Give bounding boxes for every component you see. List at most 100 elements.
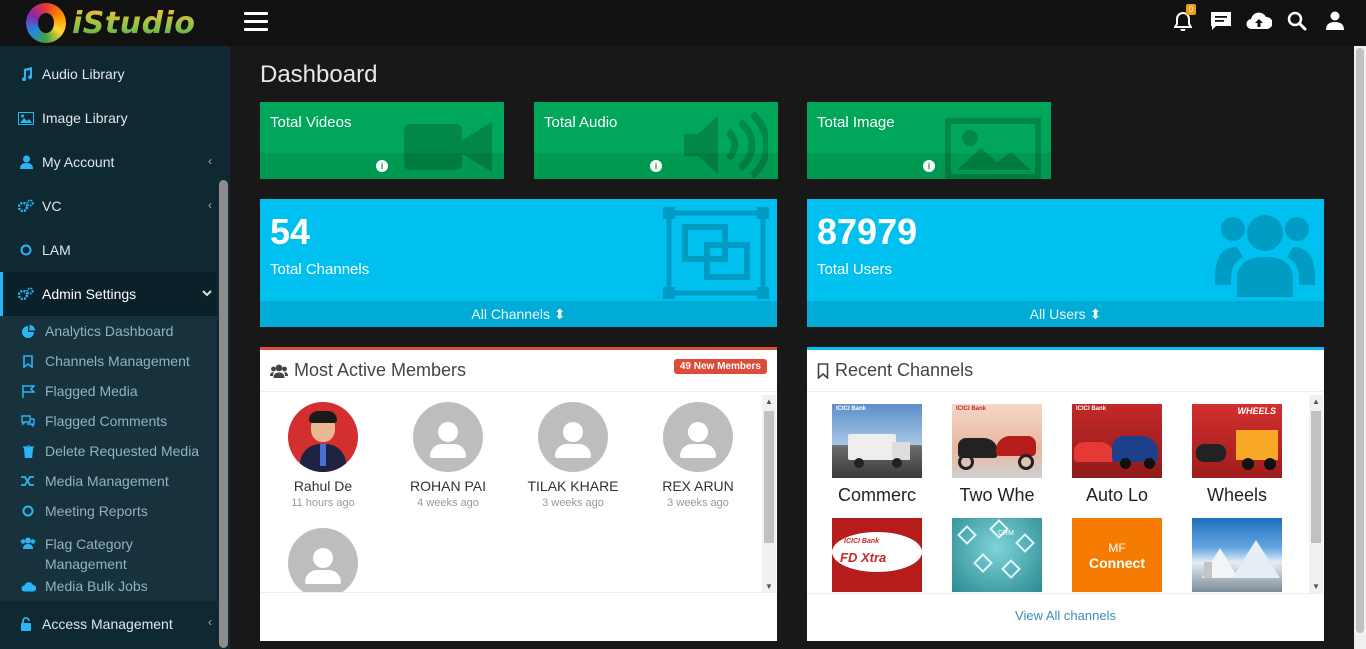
submenu-item-analytics-dashboard[interactable]: Analytics Dashboard: [0, 316, 230, 346]
bookmark-icon: [817, 362, 829, 379]
chevron-left-icon: ‹: [208, 198, 212, 212]
upload-cloud-icon: [1246, 12, 1273, 35]
admin-settings-submenu: Analytics Dashboard Channels Management …: [0, 316, 230, 601]
sidebar-item-label: Access Management: [42, 616, 173, 632]
submenu-item-delete-requested-media[interactable]: Delete Requested Media: [0, 436, 230, 466]
channel-name: Two Whe: [959, 485, 1035, 505]
notifications-button[interactable]: 0: [1164, 0, 1202, 46]
total-users-count: 87979: [817, 211, 918, 252]
view-all-channels-link[interactable]: View All channels: [807, 593, 1324, 641]
stat-box-total-audio[interactable]: Total Audio i: [534, 102, 778, 179]
channel-name: Auto Lo: [1085, 485, 1149, 505]
upload-button[interactable]: [1240, 0, 1278, 46]
circle-icon: [18, 242, 34, 258]
search-button[interactable]: [1278, 0, 1316, 46]
comments-icon: [20, 415, 36, 427]
channel-name: Commerc: [837, 485, 916, 505]
sidebar-item-lam[interactable]: LAM: [0, 228, 230, 272]
sidebar-item-admin-settings[interactable]: Admin Settings: [0, 272, 230, 316]
top-navbar: 0: [230, 0, 1366, 46]
channel-brand: CRM: [998, 530, 1014, 537]
chevron-left-icon: ‹: [208, 154, 212, 168]
all-users-link[interactable]: All Users ⬍: [807, 301, 1324, 327]
channel-thumbnail: MF Connect: [1072, 518, 1162, 592]
scroll-down-arrow-icon[interactable]: ▼: [765, 582, 773, 591]
submenu-item-flagged-media[interactable]: Flagged Media: [0, 376, 230, 406]
channel-card[interactable]: MF Connect: [1072, 518, 1162, 592]
sidebar-item-label: My Account: [42, 154, 115, 170]
submenu-item-label: Flag Category Management: [45, 536, 133, 572]
channel-card[interactable]: CRM: [952, 518, 1042, 592]
members-scrollbar[interactable]: ▲ ▼: [762, 395, 776, 593]
search-icon: [1287, 11, 1307, 36]
stat-box-total-videos[interactable]: Total Videos i: [260, 102, 504, 179]
object-group-icon: [663, 207, 769, 304]
channel-thumbnail: ICICI Bank: [1072, 404, 1162, 478]
channels-scrollbar[interactable]: ▲ ▼: [1309, 395, 1323, 593]
submenu-item-media-bulk-jobs[interactable]: Media Bulk Jobs: [0, 571, 230, 601]
music-icon: [18, 66, 34, 82]
members-scrollbar-thumb[interactable]: [764, 411, 774, 543]
sidebar-item-image-library[interactable]: Image Library: [0, 96, 230, 140]
channel-brand: ICICI Bank: [1076, 406, 1107, 412]
channel-sub: FD Xtra: [840, 550, 887, 565]
scroll-up-arrow-icon[interactable]: ▲: [765, 397, 773, 406]
messages-button[interactable]: [1202, 0, 1240, 46]
sidebar-item-vc[interactable]: VC ‹: [0, 184, 230, 228]
channel-card[interactable]: [1192, 518, 1282, 592]
page-title: Dashboard: [260, 61, 378, 88]
sidebar-item-label: VC: [42, 198, 62, 214]
total-users-label: Total Users: [817, 261, 893, 278]
logo[interactable]: iStudio: [0, 0, 230, 46]
all-channels-link[interactable]: All Channels ⬍: [260, 301, 777, 327]
stat-box-footer[interactable]: i: [260, 153, 504, 179]
flag-icon: [20, 384, 36, 398]
sidebar-item-audio-library[interactable]: Audio Library: [0, 52, 230, 96]
main-scrollbar-thumb[interactable]: [1356, 48, 1364, 633]
chat-icon: [1210, 11, 1232, 36]
cloud-icon: [20, 581, 36, 592]
submenu-item-channels-management[interactable]: Channels Management: [0, 346, 230, 376]
users-icon: [270, 364, 288, 378]
hamburger-menu-icon[interactable]: [244, 12, 268, 32]
users-icon: [20, 537, 36, 549]
scroll-up-arrow-icon[interactable]: ▲: [1312, 397, 1320, 406]
submenu-item-label: Flagged Media: [45, 383, 138, 399]
channel-thumbnail: ICICI Bank FD Xtra: [832, 518, 922, 592]
channel-card[interactable]: ICICI Bank Commerc: [832, 404, 922, 506]
logo-icon: [26, 3, 66, 43]
stat-box-footer[interactable]: i: [807, 153, 1051, 179]
channel-card[interactable]: ICICI Bank Two Whe: [952, 404, 1042, 506]
circle-icon: [20, 505, 36, 517]
info-box-total-users[interactable]: 87979 Total Users All Users ⬍: [807, 199, 1324, 327]
submenu-item-flag-category-management[interactable]: Flag Category Management: [0, 526, 230, 572]
info-icon: i: [376, 160, 388, 172]
submenu-item-meeting-reports[interactable]: Meeting Reports: [0, 496, 230, 526]
stat-box-total-image[interactable]: Total Image i: [807, 102, 1051, 179]
submenu-item-media-management[interactable]: Media Management: [0, 466, 230, 496]
brand-name: iStudio: [72, 5, 196, 41]
sidebar-item-access-management[interactable]: Access Management ‹: [0, 601, 230, 647]
channel-card[interactable]: WHEELS Wheels: [1192, 404, 1282, 506]
total-channels-count: 54: [270, 211, 311, 252]
channels-scrollbar-thumb[interactable]: [1311, 411, 1321, 543]
submenu-item-label: Meeting Reports: [45, 503, 148, 519]
sidebar-scrollbar-thumb[interactable]: [219, 180, 228, 648]
user-menu-button[interactable]: [1316, 0, 1354, 46]
channel-card[interactable]: ICICI Bank FD Xtra: [832, 518, 922, 592]
notification-count-badge: 0: [1186, 4, 1196, 15]
channel-thumbnail: ICICI Bank: [952, 404, 1042, 478]
stat-box-footer[interactable]: i: [534, 153, 778, 179]
image-icon: [18, 110, 34, 126]
scroll-down-arrow-icon[interactable]: ▼: [1312, 582, 1320, 591]
trash-icon: [20, 444, 36, 458]
info-box-total-channels[interactable]: 54 Total Channels All Channels ⬍: [260, 199, 777, 327]
info-icon: i: [923, 160, 935, 172]
sidebar-item-my-account[interactable]: My Account ‹: [0, 140, 230, 184]
member-card[interactable]: [268, 528, 378, 592]
submenu-item-flagged-comments[interactable]: Flagged Comments: [0, 406, 230, 436]
channel-card[interactable]: ICICI Bank Auto Lo: [1072, 404, 1162, 506]
users-icon: [1215, 207, 1315, 304]
recent-channels-panel: Recent Channels ICICI Bank Commerc ICICI…: [807, 347, 1324, 641]
submenu-item-label: Channels Management: [45, 353, 190, 369]
